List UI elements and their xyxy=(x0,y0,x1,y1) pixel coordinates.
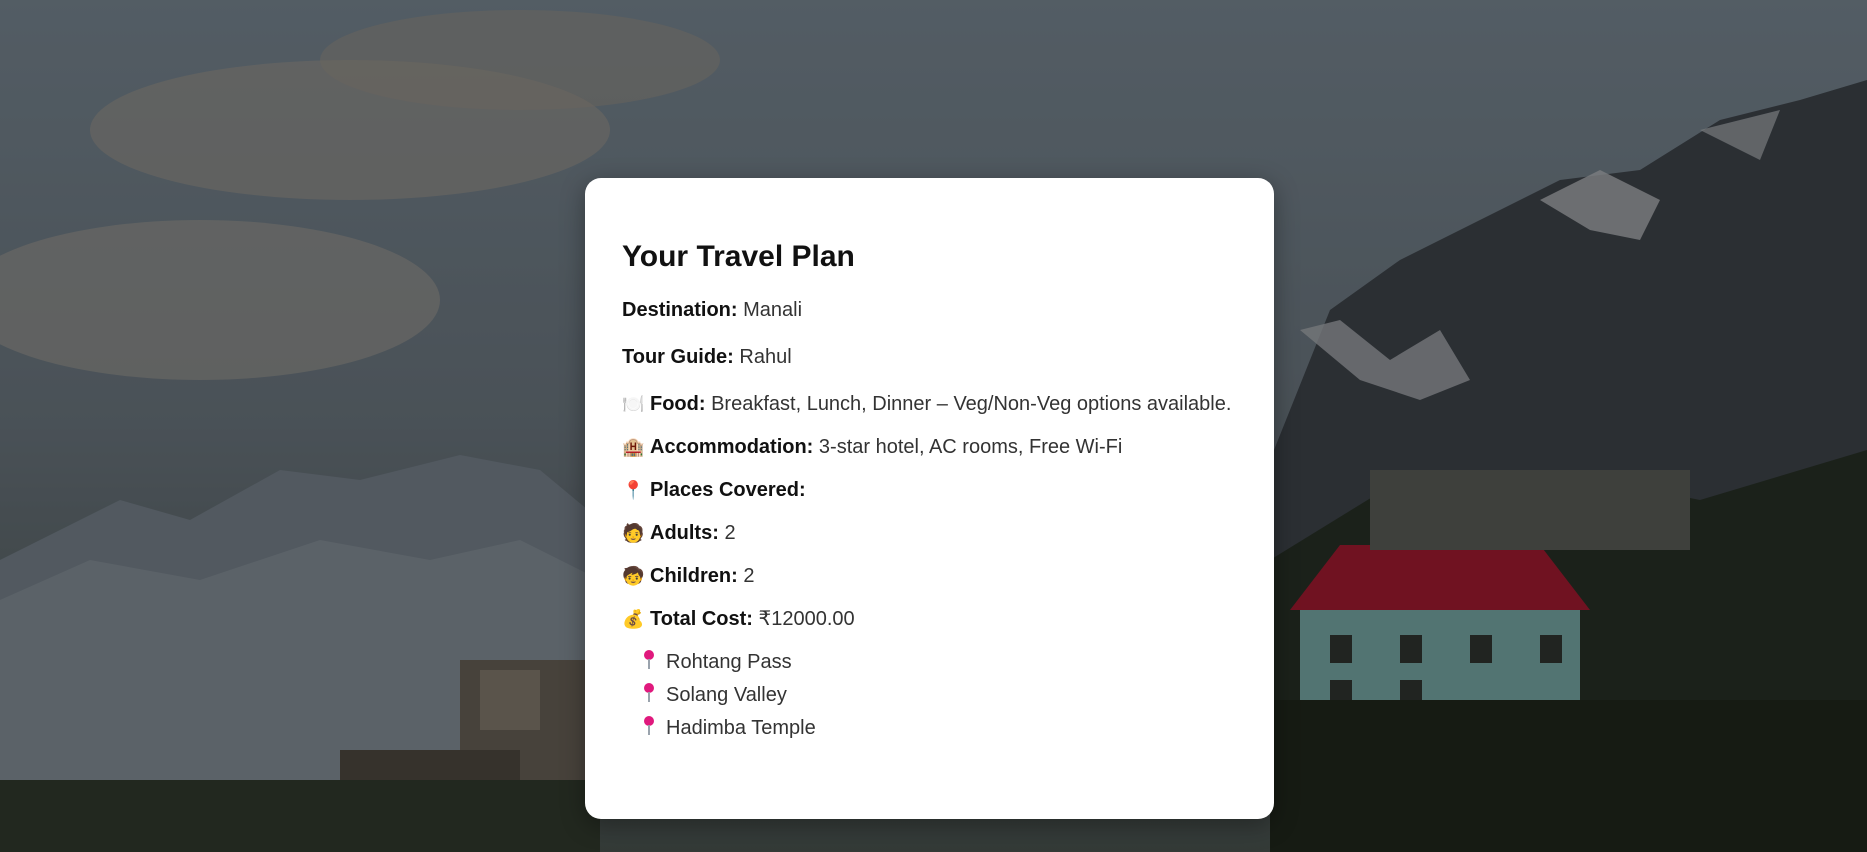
destination-label: Destination: xyxy=(622,299,738,321)
child-icon: 🧒 xyxy=(622,566,645,586)
food-value: Breakfast, Lunch, Dinner – Veg/Non-Veg o… xyxy=(711,393,1232,415)
list-item: Rohtang Pass xyxy=(642,650,1237,674)
food-label: Food: xyxy=(650,393,706,415)
adult-icon: 🧑 xyxy=(622,523,645,543)
places-covered-label: Places Covered: xyxy=(650,479,806,501)
total-cost-row: 💰 Total Cost: ₹12000.00 xyxy=(622,607,1237,631)
hotel-icon: 🏨 xyxy=(622,437,645,457)
page-title: Your Travel Plan xyxy=(622,240,855,273)
place-name: Solang Valley xyxy=(666,684,787,706)
pushpin-icon xyxy=(642,650,656,670)
children-value: 2 xyxy=(743,565,755,587)
travel-plan-card: Your Travel Plan Destination: Manali Tou… xyxy=(585,178,1274,819)
money-bag-icon: 💰 xyxy=(622,609,645,629)
tour-guide-value: Rahul xyxy=(739,346,792,368)
place-name: Hadimba Temple xyxy=(666,717,816,739)
adults-value: 2 xyxy=(724,522,736,544)
destination-value: Manali xyxy=(743,299,803,321)
tour-guide-label: Tour Guide: xyxy=(622,346,734,368)
destination-row: Destination: Manali xyxy=(622,298,1237,322)
total-cost-label: Total Cost: xyxy=(650,608,753,630)
pushpin-icon xyxy=(642,683,656,703)
adults-row: 🧑 Adults: 2 xyxy=(622,521,1237,545)
list-item: Hadimba Temple xyxy=(642,716,1237,740)
total-cost-value: ₹12000.00 xyxy=(758,608,855,630)
place-name: Rohtang Pass xyxy=(666,651,792,673)
accommodation-row: 🏨 Accommodation: 3-star hotel, AC rooms, … xyxy=(622,435,1237,459)
pushpin-icon xyxy=(642,716,656,736)
background-scene: Your Travel Plan Destination: Manali Tou… xyxy=(0,0,1867,852)
pin-icon: 📍 xyxy=(622,480,645,500)
plate-icon: 🍽️ xyxy=(622,394,645,414)
children-label: Children: xyxy=(650,565,738,587)
places-covered-row: 📍 Places Covered: xyxy=(622,478,1237,502)
places-list: Rohtang Pass Solang Valley Hadimba Templ… xyxy=(622,650,1237,740)
accommodation-value: 3-star hotel, AC rooms, Free Wi-Fi xyxy=(818,436,1123,458)
list-item: Solang Valley xyxy=(642,683,1237,707)
tour-guide-row: Tour Guide: Rahul xyxy=(622,345,1237,369)
accommodation-label: Accommodation: xyxy=(650,436,814,458)
food-row: 🍽️ Food: Breakfast, Lunch, Dinner – Veg/N… xyxy=(622,392,1237,416)
adults-label: Adults: xyxy=(650,522,719,544)
children-row: 🧒 Children: 2 xyxy=(622,564,1237,588)
